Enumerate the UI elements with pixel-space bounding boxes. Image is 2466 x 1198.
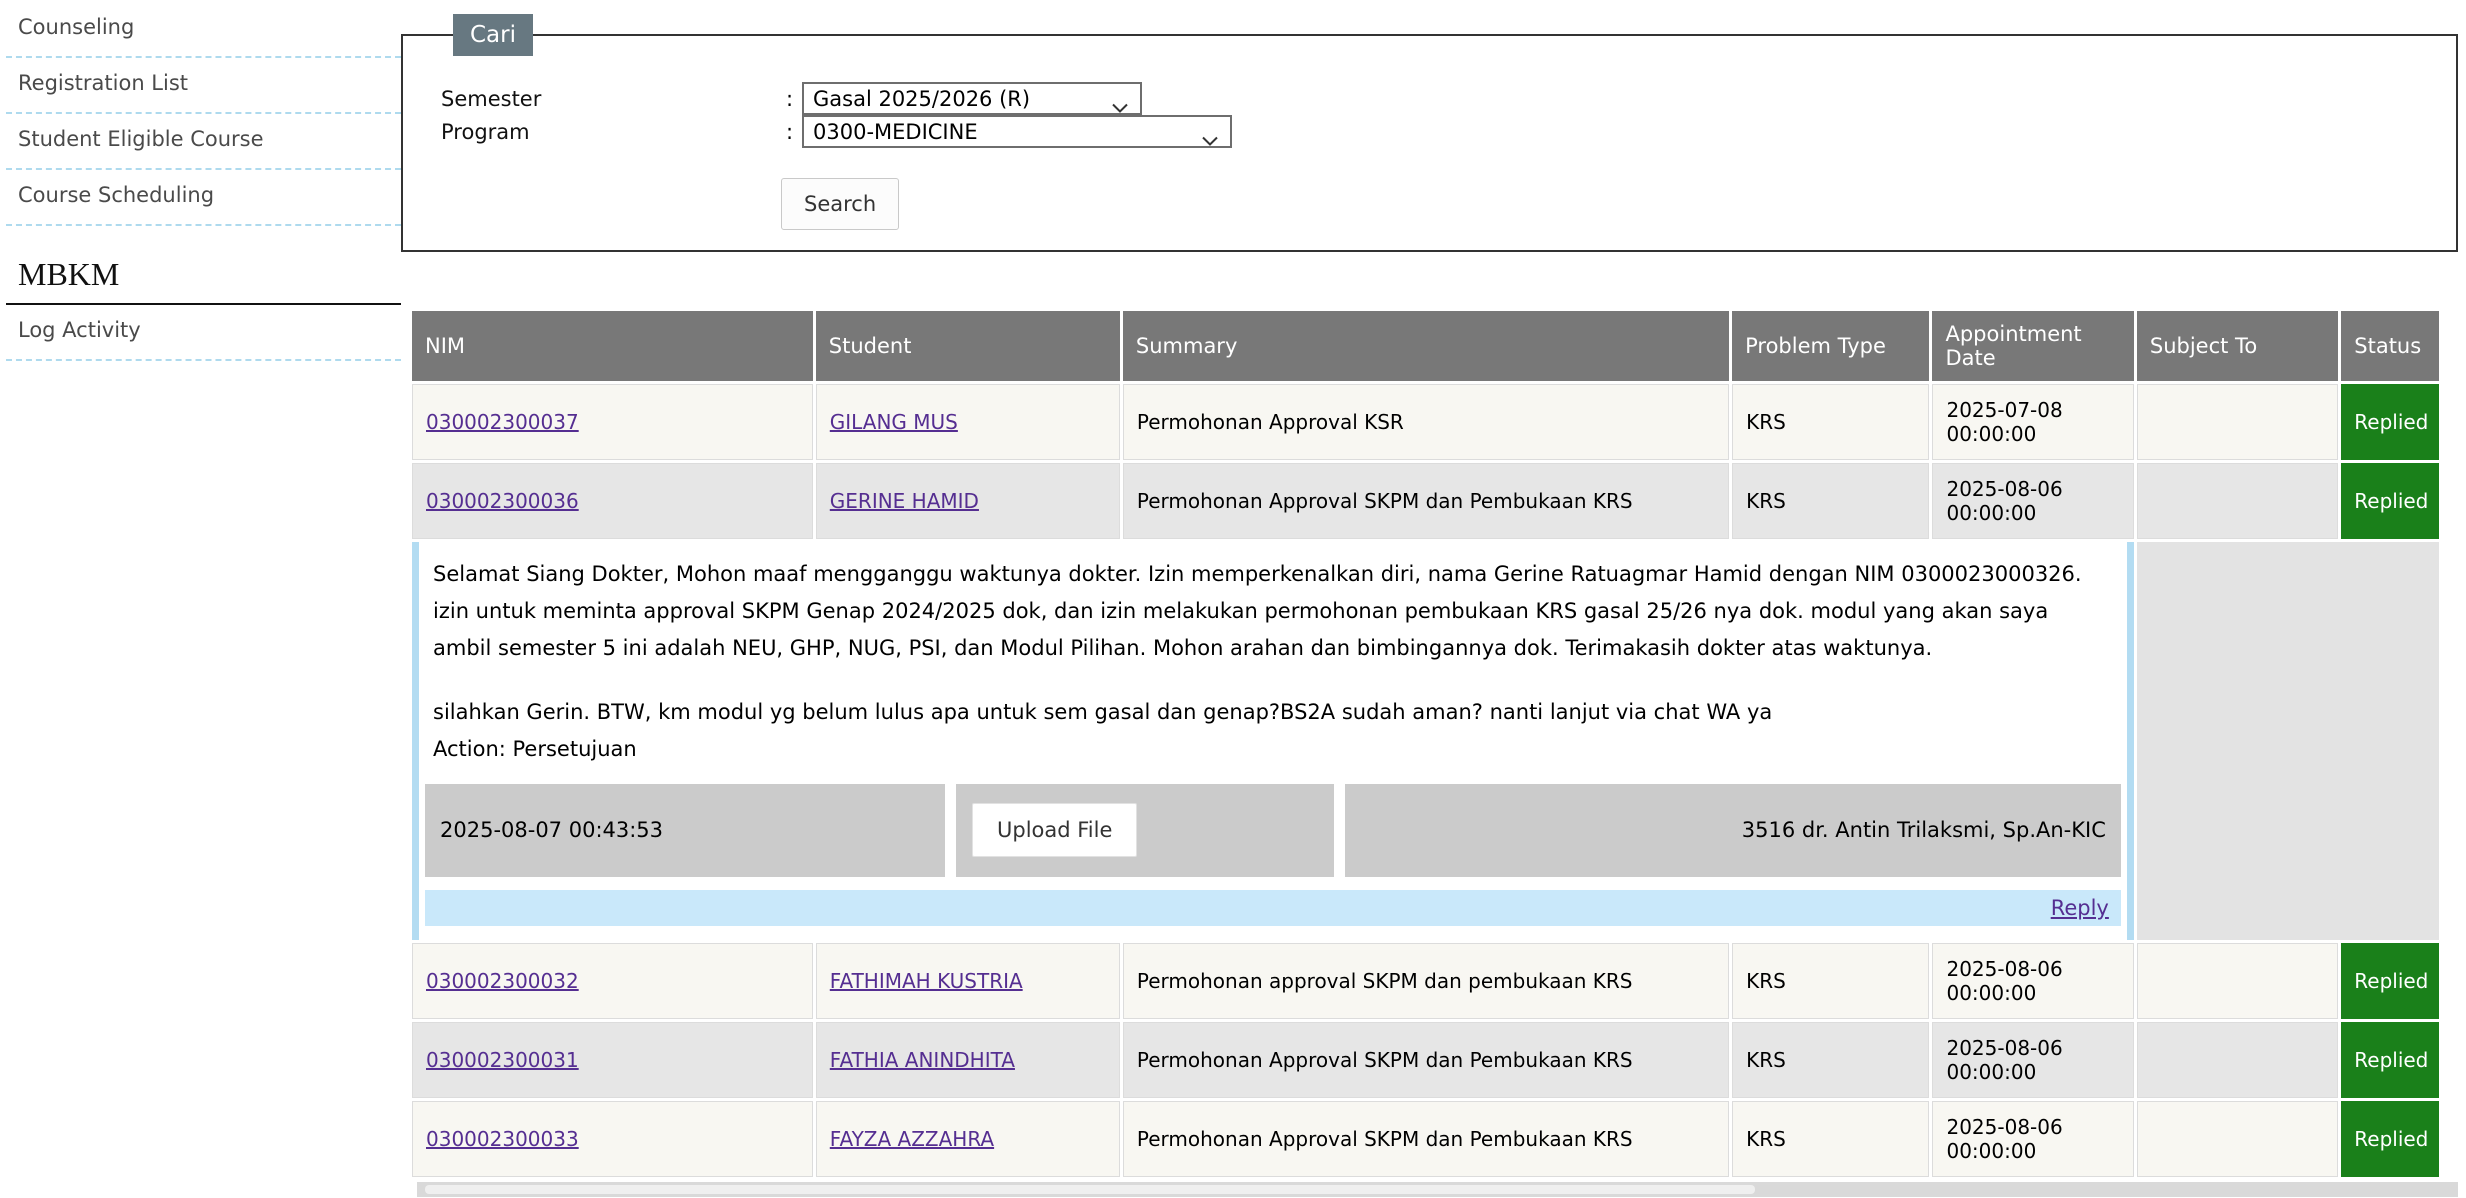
status-badge: Replied [2341, 384, 2439, 460]
subject-to-cell [2137, 1022, 2338, 1098]
problem-type-cell: KRS [1732, 1022, 1929, 1098]
sidebar-item-course-scheduling[interactable]: Course Scheduling [6, 170, 401, 226]
program-label: Program [441, 120, 786, 144]
student-link[interactable]: FAYZA AZZAHRA [830, 1127, 994, 1151]
appointment-date-cell: 2025-07-08 00:00:00 [1932, 384, 2133, 460]
appointment-date-cell: 2025-08-06 00:00:00 [1932, 943, 2133, 1019]
program-colon: : [786, 120, 802, 144]
table-row: 030002300036 GERINE HAMID Permohonan App… [412, 463, 2439, 539]
horizontal-scrollbar[interactable] [417, 1182, 2458, 1197]
program-select-value: 0300-MEDICINE [813, 120, 978, 144]
sidebar-section-mbkm: MBKM [6, 226, 401, 305]
header-appointment-date: Appointment Date [1932, 311, 2133, 381]
search-button[interactable]: Search [781, 178, 899, 230]
chevron-down-icon [1202, 128, 1218, 152]
semester-select-value: Gasal 2025/2026 (R) [813, 87, 1030, 111]
sidebar-item-counseling[interactable]: Counseling [6, 2, 401, 58]
sidebar: Counseling Registration List Student Eli… [0, 0, 401, 1198]
summary-cell: Permohonan approval SKPM dan pembukaan K… [1123, 943, 1729, 1019]
reply-timestamp: 2025-08-07 00:43:53 [425, 784, 945, 877]
nim-link[interactable]: 030002300036 [426, 489, 579, 513]
nim-link[interactable]: 030002300031 [426, 1048, 579, 1072]
semester-label: Semester [441, 87, 786, 111]
status-badge: Replied [2341, 1101, 2439, 1177]
student-link[interactable]: FATHIA ANINDHITA [830, 1048, 1015, 1072]
table-header-row: NIM Student Summary Problem Type Appoint… [412, 311, 2439, 381]
thread-messages: Selamat Siang Dokter, Mohon maaf menggan… [425, 550, 2121, 768]
problem-type-cell: KRS [1732, 463, 1929, 539]
responder-name: 3516 dr. Antin Trilaksmi, Sp.An-KIC [1345, 784, 2121, 877]
nim-link[interactable]: 030002300032 [426, 969, 579, 993]
semester-row: Semester : Gasal 2025/2026 (R) [441, 82, 2440, 115]
program-select[interactable]: 0300-MEDICINE [802, 115, 1232, 148]
expanded-thread-cell: Selamat Siang Dokter, Mohon maaf menggan… [412, 542, 2134, 940]
nim-link[interactable]: 030002300033 [426, 1127, 579, 1151]
upload-box: Upload File [956, 784, 1334, 877]
student-link[interactable]: GERINE HAMID [830, 489, 979, 513]
header-student: Student [816, 311, 1120, 381]
student-link[interactable]: FATHIMAH KUSTRIA [830, 969, 1023, 993]
reply-link[interactable]: Reply [2051, 896, 2109, 920]
student-link[interactable]: GILANG MUS [830, 410, 958, 434]
student-message: Selamat Siang Dokter, Mohon maaf menggan… [433, 556, 2113, 667]
action-line: Action: Persetujuan [433, 731, 2113, 768]
expanded-thread-row: Selamat Siang Dokter, Mohon maaf menggan… [412, 542, 2439, 940]
table-row: 030002300033 FAYZA AZZAHRA Permohonan Ap… [412, 1101, 2439, 1177]
summary-cell: Permohonan Approval SKPM dan Pembukaan K… [1123, 463, 1729, 539]
header-subject-to: Subject To [2137, 311, 2338, 381]
nim-link[interactable]: 030002300037 [426, 410, 579, 434]
scrollbar-thumb[interactable] [425, 1185, 1755, 1194]
table-row: 030002300032 FATHIMAH KUSTRIA Permohonan… [412, 943, 2439, 1019]
status-badge: Replied [2341, 1022, 2439, 1098]
status-badge: Replied [2341, 463, 2439, 539]
summary-cell: Permohonan Approval SKPM dan Pembukaan K… [1123, 1101, 1729, 1177]
search-panel: Cari Semester : Gasal 2025/2026 (R) Prog… [401, 14, 2458, 252]
subject-to-cell [2137, 943, 2338, 1019]
table-row: 030002300037 GILANG MUS Permohonan Appro… [412, 384, 2439, 460]
program-row: Program : 0300-MEDICINE [441, 115, 2440, 148]
thread-meta-bar: 2025-08-07 00:43:53 Upload File 3516 dr.… [425, 784, 2121, 877]
table-row: 030002300031 FATHIA ANINDHITA Permohonan… [412, 1022, 2439, 1098]
subject-to-cell [2137, 1101, 2338, 1177]
subject-to-cell [2137, 384, 2338, 460]
appointment-date-cell: 2025-08-06 00:00:00 [1932, 1022, 2133, 1098]
counseling-table-wrap: NIM Student Summary Problem Type Appoint… [409, 308, 2458, 1197]
appointment-date-cell: 2025-08-06 00:00:00 [1932, 1101, 2133, 1177]
appointment-date-cell: 2025-08-06 00:00:00 [1932, 463, 2133, 539]
header-status: Status [2341, 311, 2439, 381]
search-panel-legend: Cari [453, 14, 533, 56]
header-summary: Summary [1123, 311, 1729, 381]
header-nim: NIM [412, 311, 813, 381]
reply-bar: Reply [425, 890, 2121, 926]
problem-type-cell: KRS [1732, 384, 1929, 460]
upload-file-button[interactable]: Upload File [972, 803, 1137, 857]
counseling-table: NIM Student Summary Problem Type Appoint… [409, 308, 2442, 1180]
summary-cell: Permohonan Approval SKPM dan Pembukaan K… [1123, 1022, 1729, 1098]
status-badge: Replied [2341, 943, 2439, 1019]
subject-to-cell [2137, 463, 2338, 539]
reply-message: silahkan Gerin. BTW, km modul yg belum l… [433, 694, 2113, 731]
semester-select[interactable]: Gasal 2025/2026 (R) [802, 82, 1142, 115]
sidebar-item-student-eligible-course[interactable]: Student Eligible Course [6, 114, 401, 170]
summary-cell: Permohonan Approval KSR [1123, 384, 1729, 460]
header-problem-type: Problem Type [1732, 311, 1929, 381]
problem-type-cell: KRS [1732, 1101, 1929, 1177]
problem-type-cell: KRS [1732, 943, 1929, 1019]
main-content: Cari Semester : Gasal 2025/2026 (R) Prog… [401, 0, 2466, 1198]
expanded-thread-side-cell [2137, 542, 2439, 940]
sidebar-item-log-activity[interactable]: Log Activity [6, 305, 401, 361]
sidebar-item-registration-list[interactable]: Registration List [6, 58, 401, 114]
semester-colon: : [786, 87, 802, 111]
